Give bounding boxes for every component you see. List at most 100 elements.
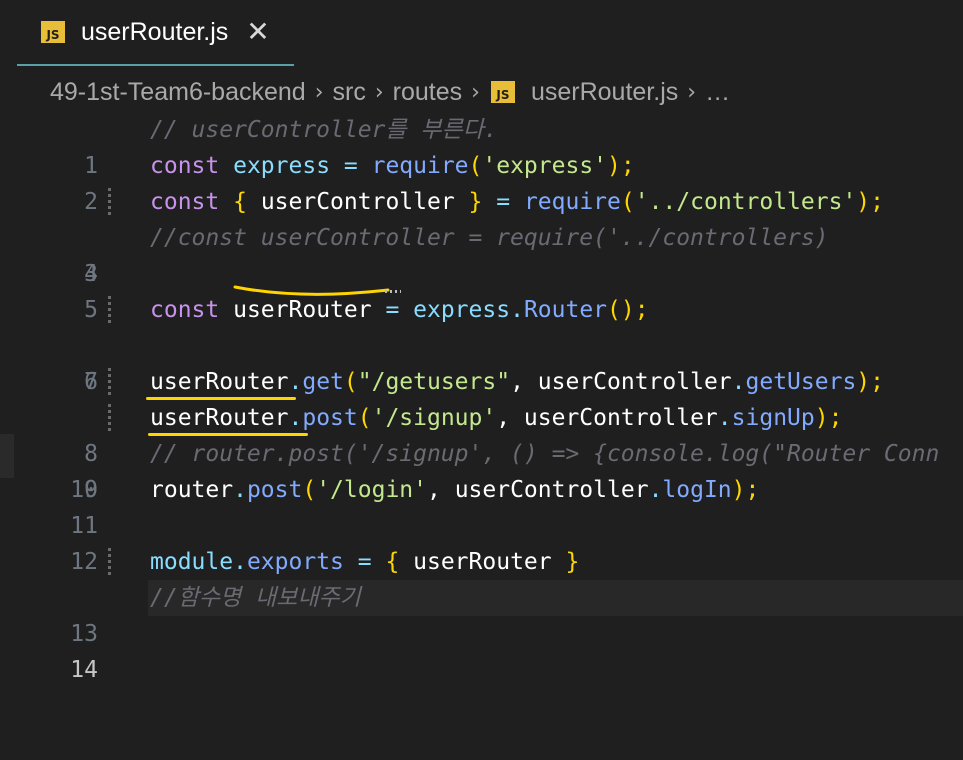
function-token: require <box>371 153 469 179</box>
paren-token: ( <box>468 153 483 179</box>
code-line[interactable]: 3 const { userController } = require('..… <box>0 184 963 287</box>
dot-token: . <box>648 477 663 503</box>
function-token: Router <box>523 297 608 323</box>
keyword-token: const <box>150 153 220 179</box>
string-token: "/getusers" <box>357 369 511 395</box>
dot-token: . <box>233 549 247 575</box>
breadcrumb: 49-1st-Team6-backend › src › routes › JS… <box>50 74 730 110</box>
function-token: signUp <box>731 405 815 431</box>
function-token: getUsers <box>745 369 857 395</box>
paren-token: ( <box>343 369 358 395</box>
js-file-icon: JS <box>490 81 515 103</box>
comment-token: //const userController = require('../con… <box>150 225 829 251</box>
breadcrumb-item-project[interactable]: 49-1st-Team6-backend <box>50 78 306 107</box>
comment-token: //함수명 내보내주기 <box>150 585 361 611</box>
code-line[interactable]: 9 userRouter.post('/signup', userControl… <box>0 400 963 503</box>
paren-token: ); <box>856 369 884 395</box>
code-line[interactable]: 11 router.post('/login', userController.… <box>0 472 963 539</box>
comma-token: , <box>426 477 455 503</box>
string-token: '/signup' <box>371 405 497 431</box>
code-line[interactable]: 12 <box>0 508 963 575</box>
function-token: post <box>246 477 303 503</box>
object-token: userController <box>523 405 718 431</box>
paren-token: ); <box>607 153 635 179</box>
code-line-current[interactable]: 14 //함수명 내보내주기 <box>0 580 963 683</box>
string-token: '../controllers' <box>634 189 857 215</box>
git-modified-marker <box>108 548 111 576</box>
dot-token: . <box>731 369 746 395</box>
breadcrumb-item-routes[interactable]: routes <box>393 78 462 107</box>
git-modified-marker <box>108 404 111 432</box>
code-line[interactable]: 2 const express = require('express'); <box>0 148 963 215</box>
brace-token: } <box>468 189 483 215</box>
brace-token: { <box>233 189 247 215</box>
code-line[interactable]: 8 userRouter.get("/getusers", userContro… <box>0 364 963 467</box>
chevron-right-icon: › <box>687 79 697 105</box>
object-token: userRouter <box>150 369 289 395</box>
operator-token: = <box>482 189 524 215</box>
comment-token: // userController를 부른다. <box>150 117 498 143</box>
git-modified-marker <box>108 188 111 216</box>
variable-token: express <box>233 153 331 179</box>
object-token: userController <box>454 477 649 503</box>
operator-token: = <box>330 153 372 179</box>
brace-token: { <box>385 549 400 575</box>
comma-token: , <box>496 405 524 431</box>
paren-token: ); <box>814 405 843 431</box>
code-line[interactable]: 13 module.exports = { userRouter } <box>0 544 963 647</box>
variable-token: userController <box>246 189 469 215</box>
tab-title: userRouter.js <box>81 17 229 46</box>
object-token: router <box>150 477 234 503</box>
code-line[interactable]: 4 //const userController = require('../c… <box>0 220 963 287</box>
highlight-underline <box>233 285 390 296</box>
dot-token: . <box>233 477 247 503</box>
object-token: userController <box>537 369 732 395</box>
dot-token: . <box>510 297 524 323</box>
string-token: 'express' <box>482 153 608 179</box>
paren-token: ); <box>731 477 760 503</box>
dot-token: . <box>288 369 303 395</box>
code-line[interactable]: 7 <box>0 328 963 395</box>
breadcrumb-item-src[interactable]: src <box>333 78 366 107</box>
function-token: logIn <box>662 477 732 503</box>
property-token: exports <box>246 549 344 575</box>
brace-token: } <box>565 549 580 575</box>
paren-token: (); <box>607 297 649 323</box>
operator-token: = <box>343 549 386 575</box>
string-token: '/login' <box>316 477 427 503</box>
comma-token: , <box>510 369 538 395</box>
code-line[interactable]: 5 <box>0 256 963 323</box>
variable-token: userRouter <box>399 549 566 575</box>
dot-token: . <box>288 405 303 431</box>
breadcrumb-item-file[interactable]: userRouter.js <box>531 78 678 107</box>
paren-token: ( <box>302 477 317 503</box>
line-number: 14 <box>70 657 98 683</box>
git-modified-marker <box>108 296 111 324</box>
js-file-icon: JS <box>41 21 65 43</box>
function-token: require <box>523 189 621 215</box>
code-line[interactable]: 6 const userRouter = express.Router(); <box>0 292 963 395</box>
object-token: express <box>413 297 511 323</box>
chevron-right-icon: › <box>374 79 384 105</box>
code-line[interactable]: 1 // userController를 부른다. <box>0 112 963 179</box>
git-modified-marker <box>108 368 111 396</box>
breadcrumb-item-symbols[interactable]: … <box>705 78 730 107</box>
paren-token: ); <box>856 189 884 215</box>
highlight-underline <box>146 397 296 400</box>
code-line[interactable]: 10 // router.post('/signup', () => {cons… <box>0 436 963 503</box>
dot-token: . <box>717 405 732 431</box>
keyword-token: const <box>150 189 220 215</box>
tab-bar: JS userRouter.js ✕ <box>0 0 963 66</box>
ellipsis-hint-marker <box>385 290 401 293</box>
keyword-token: const <box>150 297 220 323</box>
comment-token: // router.post('/signup', () => {console… <box>150 441 940 467</box>
tab-userrouter-js[interactable]: JS userRouter.js ✕ <box>17 0 294 66</box>
function-token: get <box>302 369 344 395</box>
chevron-right-icon: › <box>471 79 480 105</box>
function-token: post <box>302 405 358 431</box>
object-token: userRouter <box>150 405 289 431</box>
code-editor[interactable]: 1 // userController를 부른다. 2 const expres… <box>0 112 963 683</box>
paren-token: ( <box>620 189 635 215</box>
close-icon[interactable]: ✕ <box>246 18 269 46</box>
chevron-right-icon: › <box>314 79 324 105</box>
